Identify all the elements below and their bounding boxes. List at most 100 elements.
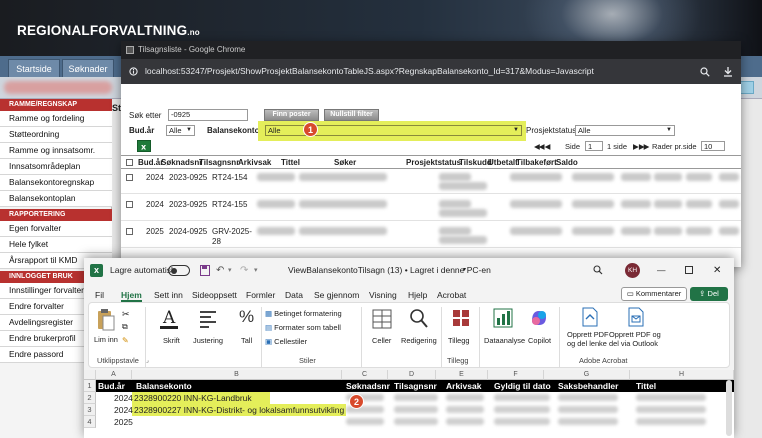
- customize-toolbar-icon[interactable]: ▾: [254, 258, 258, 283]
- align-icon[interactable]: [199, 308, 217, 328]
- comments-button[interactable]: ▭ Kommentarer: [621, 287, 687, 301]
- sidebar-item-innsatsomradeplan[interactable]: Innsatsområdeplan: [0, 159, 112, 175]
- download-icon[interactable]: [723, 66, 733, 77]
- autosave-toggle[interactable]: [168, 265, 190, 276]
- column-letter[interactable]: G: [544, 370, 630, 380]
- menu-data[interactable]: Data: [285, 290, 303, 300]
- paste-icon[interactable]: [95, 308, 115, 332]
- column-header[interactable]: Utbetalt: [488, 158, 518, 167]
- cell-budyear[interactable]: 2025: [114, 416, 133, 428]
- excel-export-icon[interactable]: x: [137, 140, 151, 152]
- tab-soknader[interactable]: Søknader: [62, 59, 114, 77]
- url-text[interactable]: localhost:53247/Prosjekt/ShowProsjektBal…: [145, 59, 594, 84]
- align-label[interactable]: Justering: [193, 336, 223, 345]
- dialog-launcher-icon[interactable]: ⌟: [146, 357, 149, 364]
- copilot-icon[interactable]: [529, 307, 549, 329]
- menu-visning[interactable]: Visning: [369, 290, 397, 300]
- cell-account[interactable]: 2328900227 INN-KG-Distrikt- og lokalsamf…: [134, 404, 344, 416]
- undo-icon[interactable]: ↶: [216, 258, 224, 283]
- spreadsheet-grid[interactable]: ABCDEFGH 1 Bud.år Balansekonto Søknadsnr Ti…: [84, 370, 734, 438]
- data-analysis-label[interactable]: Dataanalyse: [484, 336, 525, 345]
- row-number[interactable]: 3: [84, 404, 96, 416]
- first-prev-page-icon[interactable]: ◀◀ ◀: [534, 142, 550, 151]
- column-header[interactable]: Tittel: [281, 158, 300, 167]
- portal-logo[interactable]: REGIONALFORVALTNING.no: [17, 23, 200, 38]
- sidebar-item-hele-fylket[interactable]: Hele fylket: [0, 237, 112, 253]
- row-number[interactable]: 4: [84, 416, 96, 428]
- cell-application-no[interactable]: 2023-0925: [169, 173, 207, 182]
- undo-dropdown-icon[interactable]: ▾: [228, 258, 232, 283]
- maximize-icon[interactable]: [685, 266, 693, 274]
- find-button[interactable]: Finn poster: [264, 109, 319, 121]
- pdf-outlook-label-2[interactable]: del via Outlook: [609, 339, 658, 348]
- vertical-scrollbar[interactable]: [726, 380, 732, 436]
- cut-icon[interactable]: ✂: [122, 309, 130, 320]
- cell-grant-no[interactable]: GRV-2025-: [212, 227, 252, 236]
- addin-icon[interactable]: [451, 308, 471, 330]
- font-label[interactable]: Skrift: [163, 336, 180, 345]
- title-chevron-icon[interactable]: ▾: [463, 258, 466, 283]
- sidebar-item-balansekontoregnskap[interactable]: Balansekontoregnskap: [0, 175, 112, 191]
- cell-budyear[interactable]: 2024: [114, 392, 133, 404]
- cell-grant-no[interactable]: RT24-155: [212, 200, 247, 209]
- column-header[interactable]: Saldo: [556, 158, 578, 167]
- paste-label[interactable]: Lim inn: [94, 335, 118, 344]
- column-letter[interactable]: B: [132, 370, 342, 380]
- select-all-checkbox[interactable]: [126, 159, 133, 166]
- cell-account[interactable]: 2328900220 INN-KG-Landbruk: [134, 392, 252, 404]
- copilot-label[interactable]: Copilot: [528, 336, 551, 345]
- percent-icon[interactable]: %: [239, 307, 254, 327]
- cond-format-button[interactable]: ▦ Betinget formatering: [265, 309, 342, 318]
- select-all-corner[interactable]: [84, 370, 96, 380]
- column-header[interactable]: Bud.år: [138, 158, 163, 167]
- cell-application-no[interactable]: 2023-0925: [169, 200, 207, 209]
- row-number[interactable]: 1: [84, 380, 96, 392]
- sidebar-item-egen-forvalter[interactable]: Egen forvalter: [0, 221, 112, 237]
- menu-se-gjennom[interactable]: Se gjennom: [314, 290, 359, 300]
- column-header[interactable]: Søknadsnr: [161, 158, 202, 167]
- format-painter-icon[interactable]: ✎: [122, 336, 129, 345]
- column-letter[interactable]: E: [436, 370, 488, 380]
- search-input[interactable]: -0925: [168, 109, 248, 121]
- number-label[interactable]: Tall: [241, 336, 252, 345]
- row-checkbox[interactable]: [126, 228, 133, 235]
- edit-label[interactable]: Redigering: [401, 336, 437, 345]
- column-letter[interactable]: C: [342, 370, 388, 380]
- header-cell[interactable]: Balansekonto: [136, 380, 192, 392]
- cells-icon[interactable]: [372, 309, 392, 329]
- cell-application-no[interactable]: 2024-0925: [169, 227, 207, 236]
- sidebar-item-balansekontoplan[interactable]: Balansekontoplan: [0, 191, 112, 207]
- pdf-share-link-icon[interactable]: [581, 307, 599, 327]
- rows-select[interactable]: 10: [701, 141, 725, 151]
- pdf-share-link-label-1[interactable]: Opprett PDF: [567, 330, 608, 339]
- site-info-icon[interactable]: [129, 67, 138, 76]
- menu-fil[interactable]: Fil: [95, 290, 104, 300]
- sidebar-item-stotteordning[interactable]: Støtteordning: [0, 127, 112, 143]
- save-icon[interactable]: [200, 265, 210, 276]
- header-cell[interactable]: Tittel: [636, 380, 656, 392]
- menu-formler[interactable]: Formler: [246, 290, 275, 300]
- find-icon[interactable]: [409, 308, 429, 330]
- pdf-outlook-label-1[interactable]: Opprett PDF og: [609, 330, 661, 339]
- column-letter[interactable]: F: [488, 370, 544, 380]
- cells-label[interactable]: Celler: [372, 336, 391, 345]
- menu-hjelp[interactable]: Hjelp: [408, 290, 427, 300]
- tab-startside[interactable]: Startside: [8, 59, 60, 77]
- search-icon[interactable]: [593, 265, 603, 275]
- next-last-page-icon[interactable]: ▶ ▶▶: [633, 142, 649, 151]
- share-button[interactable]: ⇪ Del: [690, 287, 728, 301]
- column-letter[interactable]: D: [388, 370, 436, 380]
- row-number[interactable]: 2: [84, 392, 96, 404]
- row-checkbox[interactable]: [126, 174, 133, 181]
- menu-hjem[interactable]: Hjem: [121, 290, 142, 302]
- data-analysis-icon[interactable]: [493, 308, 513, 330]
- redo-icon[interactable]: ↷: [240, 258, 248, 283]
- column-header[interactable]: Tilsagnsnr: [199, 158, 239, 167]
- column-header[interactable]: Arkivsak: [238, 158, 271, 167]
- header-cell[interactable]: Gyldig til dato: [494, 380, 551, 392]
- font-icon[interactable]: A: [159, 307, 179, 331]
- header-cell[interactable]: Arkivsak: [446, 380, 481, 392]
- zoom-icon[interactable]: [700, 67, 710, 77]
- header-cell[interactable]: Saksbehandler: [558, 380, 618, 392]
- column-header[interactable]: Søker: [334, 158, 356, 167]
